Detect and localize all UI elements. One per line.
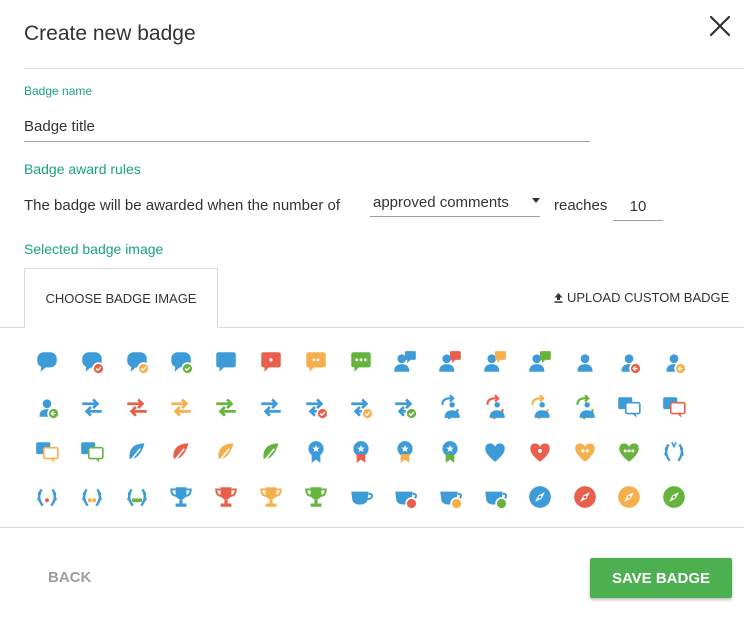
chat-bubble-green-check-icon[interactable] (159, 340, 203, 384)
trophy-red-icon[interactable] (204, 475, 248, 519)
chat-bubble-red-check-icon[interactable] (70, 340, 114, 384)
leaf-red-icon[interactable] (159, 430, 203, 474)
metric-select-value: approved comments (373, 194, 509, 211)
chat-square-blue-icon[interactable] (204, 340, 248, 384)
heart-red-icon[interactable] (518, 430, 562, 474)
trophy-blue-icon[interactable] (159, 475, 203, 519)
metric-select[interactable]: approved comments (370, 190, 540, 217)
badge-name-input[interactable] (24, 112, 590, 142)
laurel-yellow-stars-icon[interactable] (70, 475, 114, 519)
user-chat-yellow-icon[interactable] (473, 340, 517, 384)
compass-green-icon[interactable] (652, 475, 696, 519)
upload-icon (554, 293, 563, 303)
compass-red-icon[interactable] (563, 475, 607, 519)
tab-choose-badge-image[interactable]: CHOOSE BADGE IMAGE (24, 268, 218, 328)
leaf-green-icon[interactable] (249, 430, 293, 474)
trophy-yellow-icon[interactable] (249, 475, 293, 519)
medal-blue-icon[interactable] (294, 430, 338, 474)
close-icon[interactable] (706, 12, 734, 40)
cup-green-icon[interactable] (473, 475, 517, 519)
user-green-arrow-icon[interactable] (25, 385, 69, 429)
arrows-blue-2-icon[interactable] (249, 385, 293, 429)
heart-green-icon[interactable] (607, 430, 651, 474)
laurel-blue-icon[interactable] (652, 430, 696, 474)
dialog-green-icon[interactable] (70, 430, 114, 474)
compass-yellow-icon[interactable] (607, 475, 651, 519)
user-chat-red-icon[interactable] (428, 340, 472, 384)
header-divider (24, 68, 743, 69)
upload-tab-label: UPLOAD CUSTOM BADGE (567, 290, 730, 305)
chat-square-green-icon[interactable] (339, 340, 383, 384)
cup-red-icon[interactable] (383, 475, 427, 519)
award-rule-prefix: The badge will be awarded when the numbe… (24, 197, 341, 214)
arrows-yellow-icon[interactable] (159, 385, 203, 429)
dialog-title: Create new badge (24, 22, 196, 45)
dialog-red-icon[interactable] (652, 385, 696, 429)
arrows-blue-icon[interactable] (70, 385, 114, 429)
refresh-user-yellow-icon[interactable] (518, 385, 562, 429)
refresh-user-red-icon[interactable] (473, 385, 517, 429)
badge-name-label: Badge name (24, 84, 93, 98)
arrows-red-check-icon[interactable] (294, 385, 338, 429)
user-blue-icon[interactable] (563, 340, 607, 384)
medal-red-icon[interactable] (339, 430, 383, 474)
laurel-red-stars-icon[interactable] (25, 475, 69, 519)
cup-yellow-icon[interactable] (428, 475, 472, 519)
user-red-arrow-icon[interactable] (607, 340, 651, 384)
trophy-green-icon[interactable] (294, 475, 338, 519)
refresh-user-blue-icon[interactable] (428, 385, 472, 429)
chat-square-yellow-icon[interactable] (294, 340, 338, 384)
tab-upload-custom-badge[interactable]: UPLOAD CUSTOM BADGE (554, 290, 729, 305)
chat-bubble-blue-icon[interactable] (25, 340, 69, 384)
compass-blue-icon[interactable] (518, 475, 562, 519)
dialog-blue-icon[interactable] (607, 385, 651, 429)
chat-bubble-yellow-check-icon[interactable] (115, 340, 159, 384)
refresh-user-green-icon[interactable] (563, 385, 607, 429)
heart-yellow-icon[interactable] (563, 430, 607, 474)
dialog-yellow-icon[interactable] (25, 430, 69, 474)
laurel-green-stars-icon[interactable] (115, 475, 159, 519)
award-rule-suffix: reaches (554, 197, 608, 214)
medal-green-icon[interactable] (428, 430, 472, 474)
save-badge-button[interactable]: SAVE BADGE (590, 558, 732, 598)
selected-image-label: Selected badge image (24, 241, 164, 257)
threshold-input[interactable] (613, 192, 663, 221)
heart-blue-icon[interactable] (473, 430, 517, 474)
leaf-yellow-icon[interactable] (204, 430, 248, 474)
arrows-green-check-icon[interactable] (383, 385, 427, 429)
chevron-down-icon (532, 198, 540, 203)
footer-divider (0, 527, 744, 528)
user-yellow-arrow-icon[interactable] (652, 340, 696, 384)
leaf-blue-icon[interactable] (115, 430, 159, 474)
arrows-red-icon[interactable] (115, 385, 159, 429)
back-button[interactable]: BACK (48, 569, 91, 586)
arrows-yellow-check-icon[interactable] (339, 385, 383, 429)
user-chat-green-icon[interactable] (518, 340, 562, 384)
arrows-green-icon[interactable] (204, 385, 248, 429)
chat-square-red-icon[interactable] (249, 340, 293, 384)
award-rules-label: Badge award rules (24, 161, 141, 177)
cup-blue-icon[interactable] (339, 475, 383, 519)
user-chat-blue-icon[interactable] (383, 340, 427, 384)
medal-yellow-icon[interactable] (383, 430, 427, 474)
